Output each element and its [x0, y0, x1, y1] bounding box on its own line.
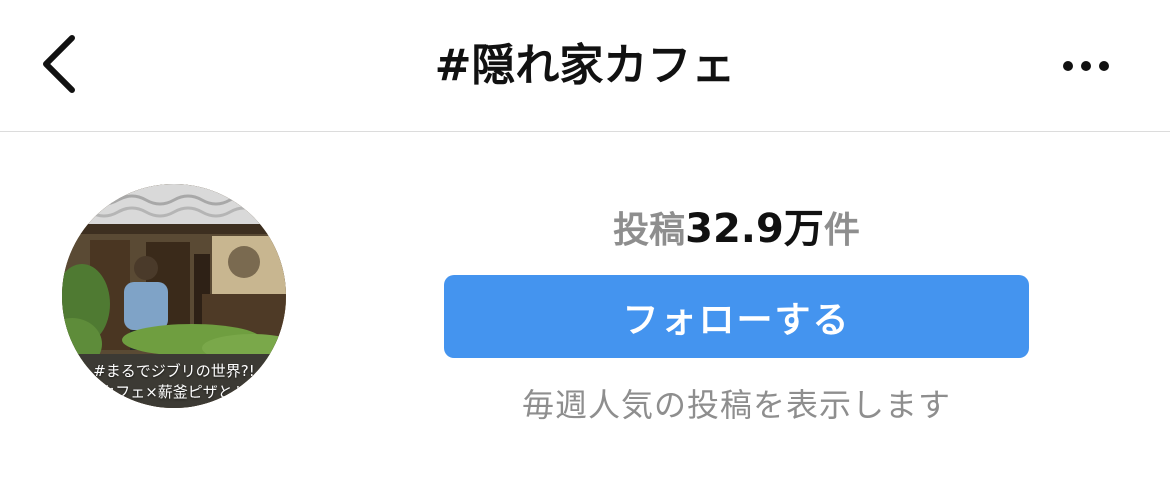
chevron-left-icon [43, 35, 75, 93]
weekly-popular-note: 毎週人気の投稿を表示します [521, 386, 951, 424]
follow-button[interactable]: フォローする [444, 275, 1029, 358]
navigation-header: #隠れ家カフェ [0, 0, 1170, 132]
back-button[interactable] [36, 24, 96, 104]
post-count: 投稿32.9万件 [444, 196, 1029, 256]
more-options-button[interactable] [1054, 44, 1118, 88]
page-title: #隠れ家カフェ [434, 40, 736, 91]
post-count-value: 32.9万 [685, 206, 824, 252]
avatar-caption-line1: #まるでジブリの世界?! [93, 362, 255, 380]
avatar-caption-line2: カフェ×薪釜ピザとド [100, 383, 248, 401]
post-count-label: 投稿 [613, 210, 686, 251]
hashtag-avatar: #まるでジブリの世界?! カフェ×薪釜ピザとド [62, 184, 286, 408]
more-horizontal-icon [1063, 61, 1109, 71]
post-count-unit: 件 [823, 210, 860, 251]
